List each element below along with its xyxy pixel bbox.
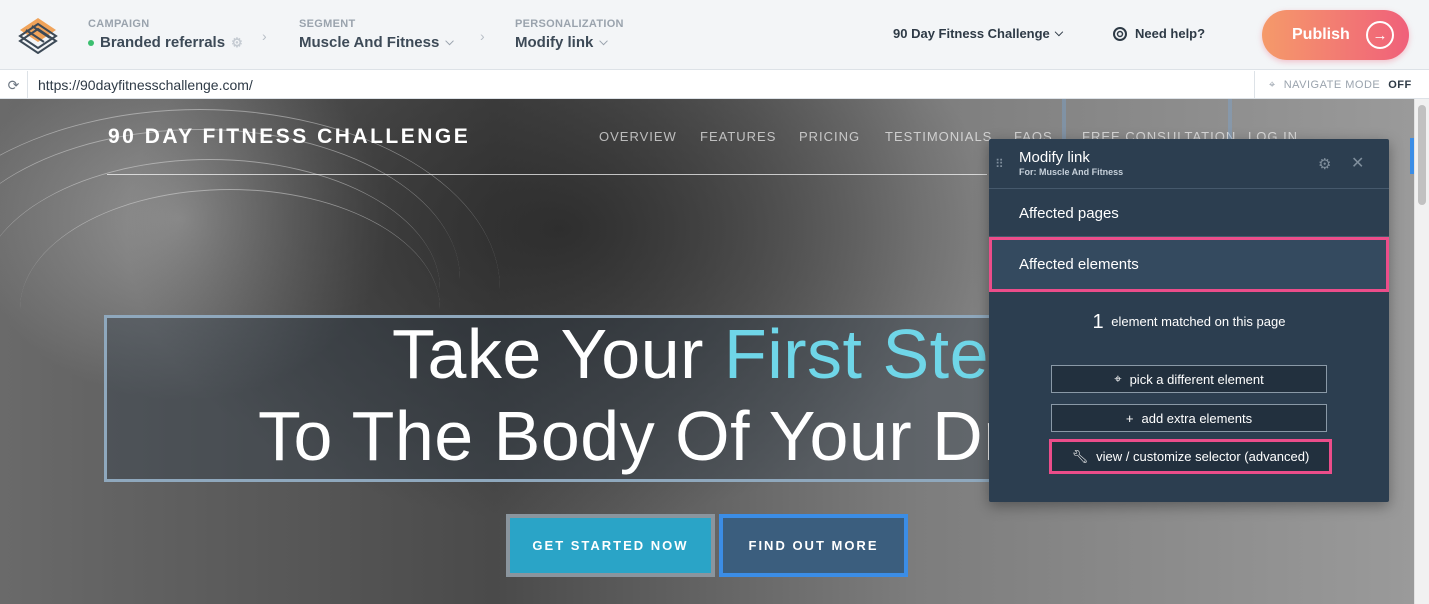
lifebuoy-icon <box>1113 26 1127 41</box>
customize-selector-button[interactable]: 🔧︎ view / customize selector (advanced) <box>1049 439 1332 474</box>
gear-icon[interactable]: ⚙ <box>231 35 243 51</box>
segment-label: SEGMENT <box>299 18 356 30</box>
side-tab-indicator <box>1410 138 1414 174</box>
site-brand[interactable]: 90 DAY FITNESS CHALLENGE <box>108 125 470 149</box>
site-nav-testimonials[interactable]: TESTIMONIALS <box>885 129 992 144</box>
chevron-down-icon: ⌵ <box>1054 27 1064 39</box>
segment-crumb[interactable]: SEGMENT Muscle And Fitness ⌵ <box>299 18 454 51</box>
personalization-crumb[interactable]: PERSONALIZATION Modify link ⌵ <box>515 18 624 51</box>
find-out-more-button[interactable]: FIND OUT MORE <box>719 514 908 577</box>
project-name: 90 Day Fitness Challenge <box>893 26 1050 41</box>
close-icon[interactable]: ✕ <box>1351 153 1364 173</box>
nav-highlight-edge <box>1062 99 1066 139</box>
site-nav-features[interactable]: FEATURES <box>700 129 776 144</box>
matched-text: element matched on this page <box>1111 314 1286 329</box>
segment-value: Muscle And Fitness <box>299 34 440 51</box>
navigate-mode-state: OFF <box>1388 79 1412 91</box>
chevron-right-icon: › <box>262 28 267 44</box>
url-bar: ⟳ https://90dayfitnesschallenge.com/ ⌖ N… <box>0 71 1429 99</box>
get-started-button[interactable]: GET STARTED NOW <box>506 514 715 577</box>
panel-title: Modify link <box>1019 149 1090 166</box>
customize-selector-label: view / customize selector (advanced) <box>1096 449 1310 464</box>
plus-icon: + <box>1125 410 1134 426</box>
affected-pages-row[interactable]: Affected pages <box>989 190 1389 237</box>
chevron-down-icon: ⌵ <box>599 36 608 48</box>
help-link[interactable]: Need help? <box>1113 26 1205 41</box>
campaign-label: CAMPAIGN <box>88 18 150 30</box>
panel-header: ⠿ Modify link For: Muscle And Fitness ⚙ … <box>989 139 1389 189</box>
personalization-value: Modify link <box>515 34 594 51</box>
chevron-right-icon: › <box>480 28 485 44</box>
matched-count: 1 <box>1092 311 1104 333</box>
matched-summary: 1 element matched on this page <box>989 311 1389 334</box>
campaign-status-dot <box>88 39 94 46</box>
publish-button[interactable]: Publish → <box>1262 10 1409 60</box>
wrench-icon: 🔧︎ <box>1071 448 1089 464</box>
project-dropdown[interactable]: 90 Day Fitness Challenge ⌵ <box>893 26 1063 41</box>
affected-elements-row[interactable]: Affected elements <box>989 237 1389 292</box>
nav-highlight-edge <box>1228 99 1232 139</box>
campaign-value: Branded referrals <box>100 34 226 51</box>
site-nav-pricing[interactable]: PRICING <box>799 129 860 144</box>
headline-line-1: Take Your First Step <box>392 314 1028 394</box>
modify-link-panel: ⠿ Modify link For: Muscle And Fitness ⚙ … <box>989 139 1389 502</box>
drag-handle-icon[interactable]: ⠿ <box>995 157 1004 171</box>
scrollbar[interactable] <box>1414 99 1429 604</box>
gear-icon[interactable]: ⚙ <box>1318 155 1331 173</box>
pick-element-label: pick a different element <box>1129 371 1264 387</box>
url-field[interactable]: https://90dayfitnesschallenge.com/ <box>38 77 253 93</box>
headline-part-1: Take Your <box>392 315 724 393</box>
header-divider <box>107 174 987 175</box>
panel-subtitle: For: Muscle And Fitness <box>1019 167 1124 177</box>
chevron-down-icon: ⌵ <box>445 36 454 48</box>
navigate-mode-label: NAVIGATE MODE <box>1283 79 1381 91</box>
refresh-icon[interactable]: ⟳ <box>0 71 28 99</box>
add-elements-label: add extra elements <box>1141 410 1253 426</box>
logo-icon[interactable] <box>18 16 58 54</box>
top-bar: CAMPAIGN Branded referrals ⚙ › SEGMENT M… <box>0 0 1429 70</box>
publish-label: Publish <box>1292 26 1350 43</box>
headline-accent: First Step <box>723 315 1029 393</box>
scrollbar-thumb[interactable] <box>1418 105 1426 205</box>
pick-element-button[interactable]: ⌖ pick a different element <box>1051 365 1327 393</box>
site-nav-overview[interactable]: OVERVIEW <box>599 129 677 144</box>
personalization-label: PERSONALIZATION <box>515 18 624 30</box>
campaign-crumb[interactable]: CAMPAIGN Branded referrals ⚙ <box>88 18 243 51</box>
crosshair-icon: ⌖ <box>1114 371 1122 386</box>
arrow-right-icon: → <box>1366 21 1394 49</box>
add-elements-button[interactable]: + add extra elements <box>1051 404 1327 432</box>
help-label: Need help? <box>1135 26 1206 41</box>
crosshair-icon: ⌖ <box>1269 78 1276 91</box>
navigate-mode-toggle[interactable]: ⌖ NAVIGATE MODE OFF <box>1254 71 1429 99</box>
